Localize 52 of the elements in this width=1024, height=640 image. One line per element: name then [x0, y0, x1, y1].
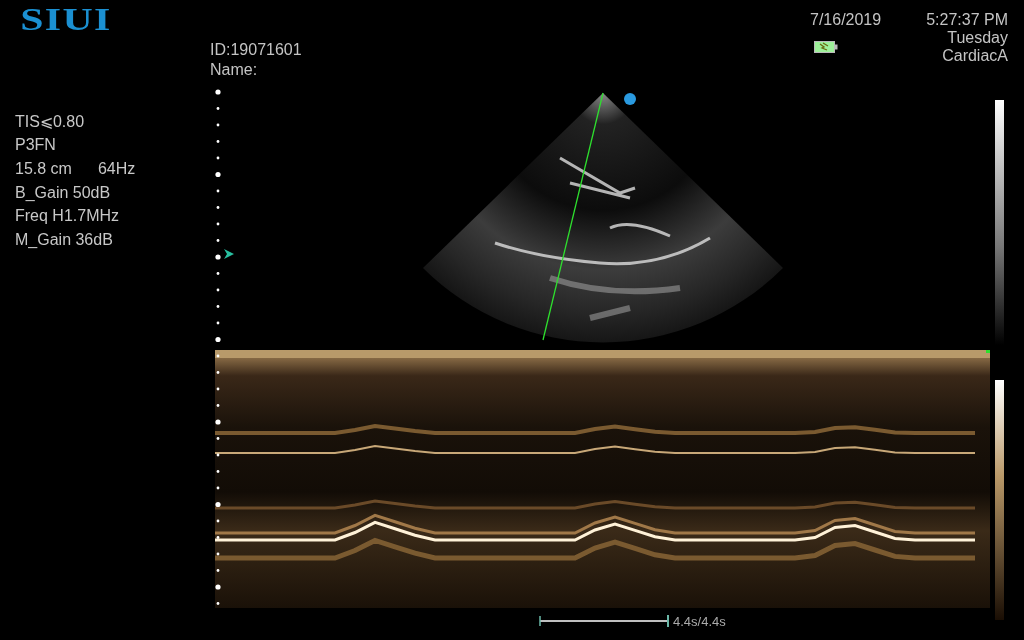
- patient-id: ID:19071601: [210, 40, 302, 60]
- depth-tick-mark: [216, 288, 220, 292]
- depth-tick-mark: [216, 552, 220, 556]
- depth-tick-mark: [216, 453, 220, 457]
- depth-tick-mark: [216, 222, 220, 226]
- imaging-parameter: P3FN: [15, 136, 56, 155]
- depth-tick-mark: [216, 437, 220, 440]
- imaging-parameter: TIS⩽0.80: [15, 112, 85, 132]
- depth-tick-mark: [216, 404, 220, 407]
- depth-tick-mark: [216, 536, 220, 539]
- depth-tick-mark: [215, 501, 221, 508]
- exam-preset-label: CardiacA: [942, 47, 1008, 65]
- weekday-text: Tuesday: [947, 29, 1008, 47]
- date-text: 7/16/2019: [810, 11, 882, 29]
- imaging-parameter: 64Hz: [97, 160, 136, 178]
- time-text: 5:27:37 PM: [926, 11, 1008, 29]
- imaging-parameter: M_Gain 36dB: [15, 230, 113, 249]
- m-line-cursor[interactable]: [542, 92, 604, 341]
- depth-tick-mark: [216, 371, 220, 374]
- battery-icon: [814, 41, 838, 53]
- depth-tick-mark: [216, 569, 220, 572]
- depth-tick-mark: [216, 519, 220, 523]
- depth-tick-mark: [216, 156, 220, 160]
- depth-tick-mark: [215, 419, 221, 425]
- focus-marker-icon[interactable]: [224, 249, 234, 259]
- depth-tick-mark: [216, 486, 220, 490]
- depth-tick-mark: [216, 387, 220, 391]
- orientation-marker-icon: [624, 93, 636, 105]
- brand-logo: SIUI: [19, 1, 112, 37]
- depth-tick-mark: [216, 602, 220, 605]
- depth-tick-mark: [216, 140, 220, 143]
- imaging-parameter: 15.8 cm: [15, 160, 72, 178]
- depth-tick-mark: [216, 123, 220, 127]
- depth-tick-mark: [215, 254, 221, 260]
- depth-tick-mark: [215, 336, 221, 343]
- depth-tick-mark: [216, 354, 220, 358]
- imaging-parameter: B_Gain 50dB: [15, 183, 111, 202]
- imaging-parameter: Freq H1.7MHz: [15, 207, 120, 226]
- m-line-marker-icon: [986, 350, 990, 353]
- depth-tick-mark: [215, 171, 221, 178]
- depth-tick-mark: [216, 107, 220, 110]
- depth-tick-mark: [216, 189, 220, 193]
- patient-name-label: Name:: [210, 60, 258, 80]
- depth-tick-mark: [216, 470, 220, 473]
- depth-tick-mark: [216, 272, 220, 275]
- depth-tick-mark: [215, 89, 221, 95]
- depth-tick-mark: [216, 239, 220, 242]
- depth-tick-mark: [216, 305, 220, 308]
- depth-tick-mark: [215, 584, 221, 590]
- depth-tick-mark: [216, 206, 220, 209]
- sweep-time-label: 4.4s/4.4s: [673, 614, 726, 629]
- depth-tick-mark: [216, 321, 220, 325]
